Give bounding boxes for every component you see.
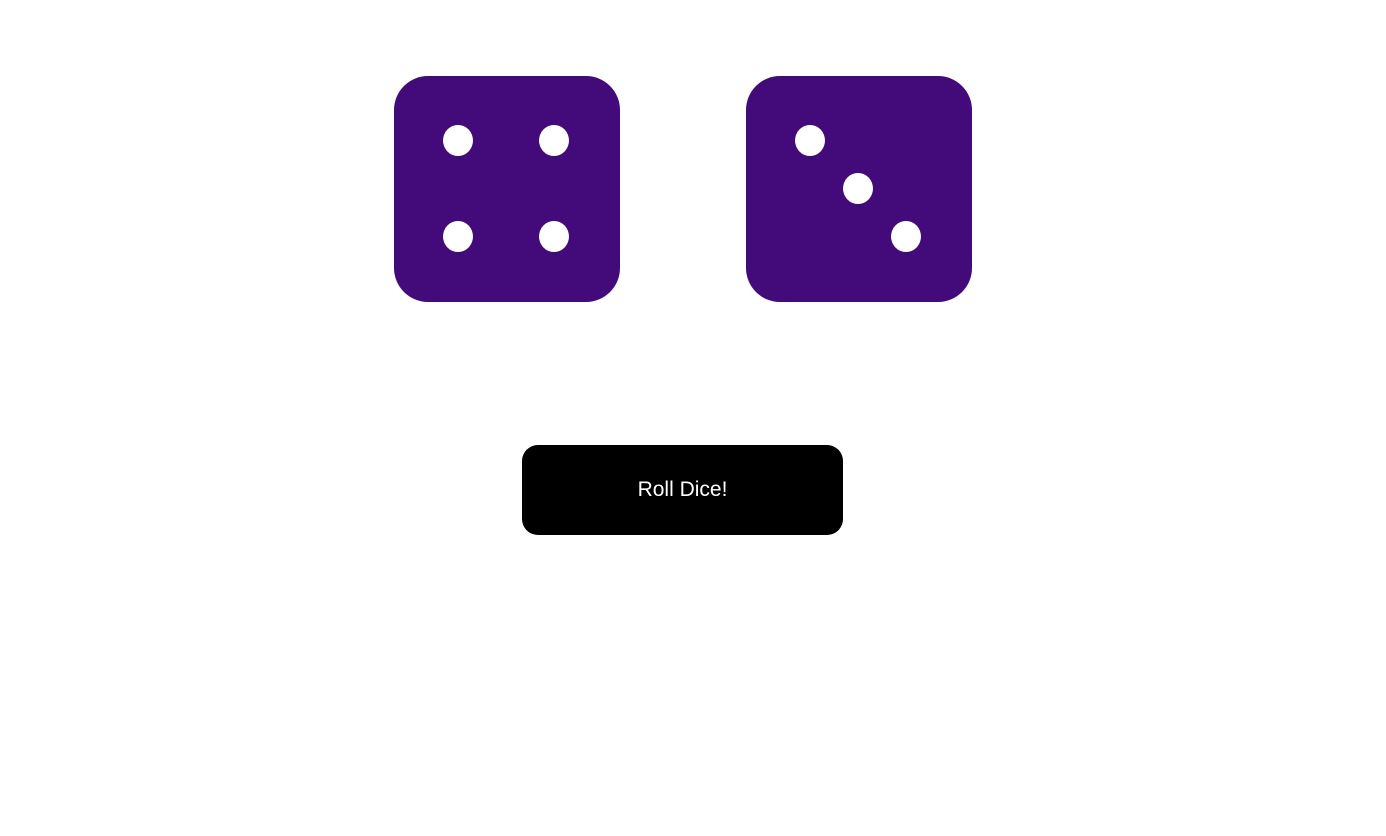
die-pip	[795, 125, 825, 156]
die-pip	[891, 221, 921, 252]
roll-dice-button-label: Roll Dice!	[637, 478, 728, 501]
die-two-showing-three	[746, 76, 972, 302]
roll-dice-button[interactable]: Roll Dice!	[522, 445, 843, 535]
dice-app: Roll Dice!	[0, 0, 1386, 836]
die-pip	[443, 125, 473, 156]
die-pip	[539, 221, 569, 252]
die-pip	[539, 125, 569, 156]
die-one-showing-four	[394, 76, 620, 302]
die-pip	[843, 173, 873, 204]
die-pip	[443, 221, 473, 252]
